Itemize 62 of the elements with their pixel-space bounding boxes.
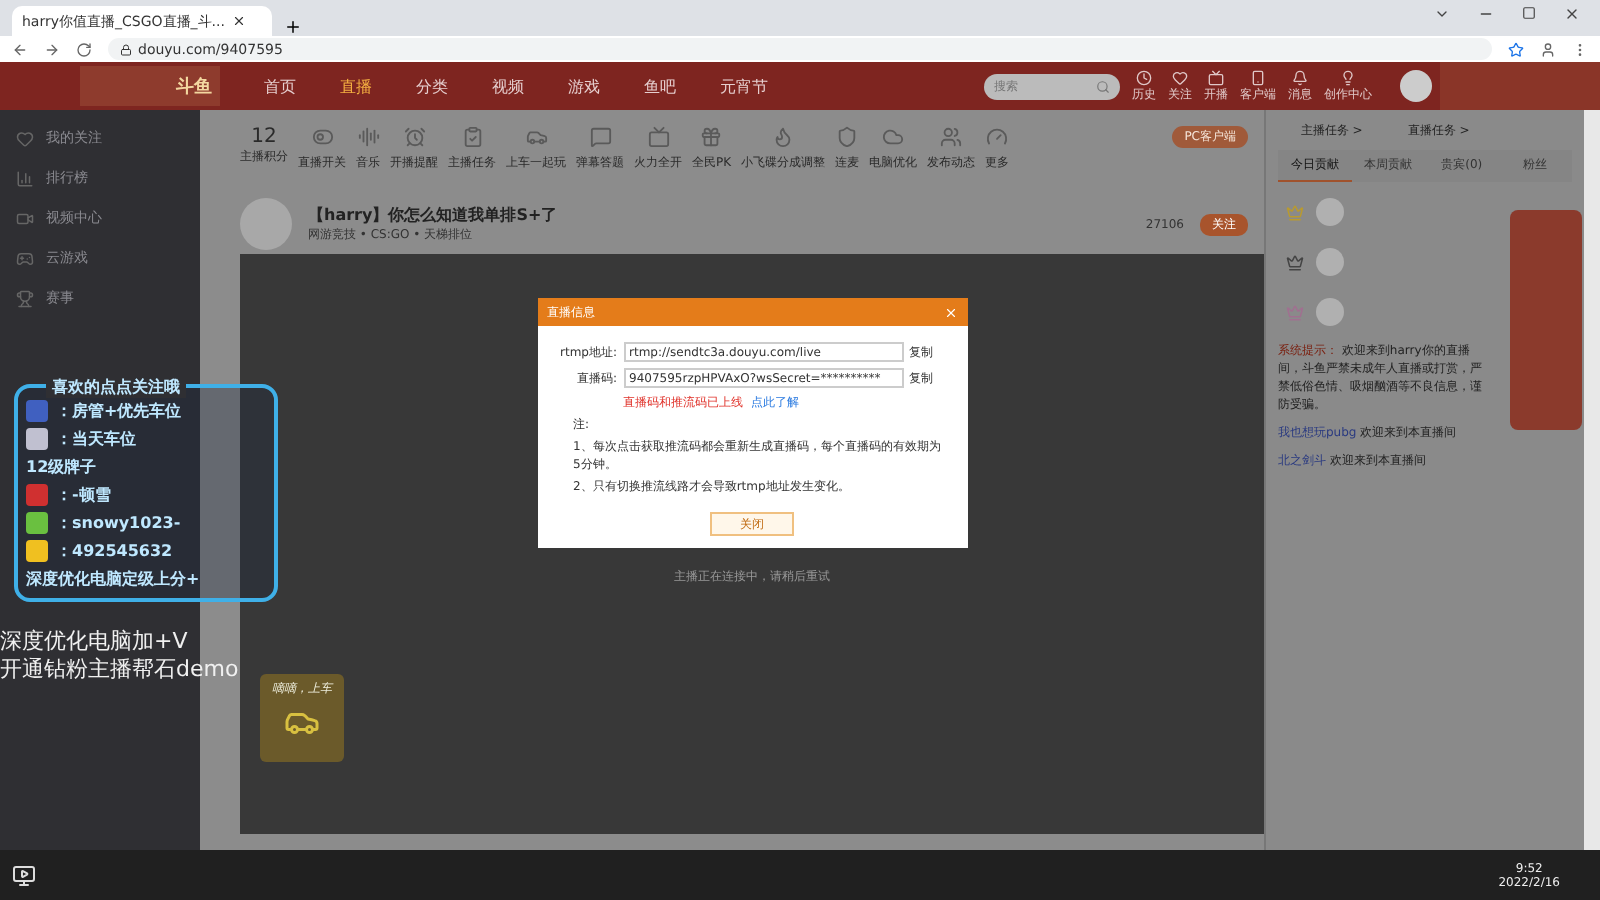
heart-icon — [16, 129, 34, 147]
nav-link[interactable]: 游戏 — [568, 75, 600, 97]
close-icon[interactable] — [232, 14, 247, 28]
scrollbar[interactable] — [1584, 110, 1600, 850]
reload-icon[interactable] — [76, 41, 92, 57]
clipboard-icon — [461, 126, 483, 148]
star-icon[interactable] — [1508, 41, 1524, 57]
alarm-clock-icon — [403, 126, 425, 148]
maximize-icon[interactable] — [1522, 6, 1536, 20]
back-icon[interactable] — [12, 41, 28, 57]
tv-icon[interactable] — [1208, 69, 1224, 85]
shield-icon — [836, 126, 859, 148]
overlay-caption: 深度优化电脑加+V — [0, 626, 188, 656]
nav-link[interactable]: 直播 — [340, 75, 372, 97]
lock-icon — [120, 43, 132, 55]
waveform-icon — [357, 126, 379, 148]
overlay-line: ：492545632 — [56, 540, 173, 562]
score-value: 12 — [251, 126, 277, 148]
flame-icon — [772, 126, 795, 148]
toggle-icon — [311, 126, 333, 148]
car-icon — [525, 126, 547, 148]
users-icon — [940, 126, 963, 148]
overlay-line: ：snowy1023- — [56, 512, 181, 534]
chart-icon — [16, 169, 34, 187]
gift-icon — [700, 126, 723, 148]
chat-icon — [589, 126, 611, 148]
nav-link[interactable]: 元宵节 — [720, 75, 768, 97]
overlay-line: 深度优化电脑定级上分+ — [26, 568, 200, 590]
tv-icon — [647, 126, 669, 148]
crown-icon — [1286, 253, 1304, 271]
video-icon — [16, 209, 34, 227]
heart-icon[interactable] — [1172, 69, 1188, 85]
nav-link[interactable]: 分类 — [416, 75, 448, 97]
gauge-icon — [986, 126, 1009, 148]
avatar — [1316, 198, 1344, 226]
lightbulb-icon[interactable] — [1340, 69, 1356, 85]
crown-icon — [1286, 303, 1304, 321]
profile-icon[interactable] — [1540, 41, 1556, 57]
overlay-line: 12级牌子 — [26, 456, 97, 478]
clock-icon[interactable] — [1136, 69, 1152, 85]
nav-link[interactable]: 视频 — [492, 75, 524, 97]
close-icon[interactable] — [1564, 6, 1580, 22]
overlay-line: ：-顿雪 — [56, 484, 111, 506]
logo[interactable]: 斗鱼 — [80, 66, 220, 106]
avatar[interactable] — [1400, 70, 1432, 102]
trophy-icon — [16, 289, 34, 307]
avatar — [1316, 248, 1344, 276]
bell-icon[interactable] — [1292, 69, 1308, 85]
nav-link[interactable]: 首页 — [264, 75, 296, 97]
nav-link[interactable]: 鱼吧 — [644, 75, 676, 97]
phone-icon[interactable] — [1250, 69, 1266, 85]
new-tab-icon[interactable] — [284, 18, 302, 36]
forward-icon[interactable] — [44, 41, 60, 57]
overlay-line: ：房管+优先车位 — [56, 400, 182, 422]
crown-icon — [1286, 203, 1304, 221]
overlay-line: ：当天车位 — [56, 428, 136, 450]
room-title: 【harry】你怎么知道我单排S+了 — [308, 204, 558, 226]
gamepad-icon — [16, 249, 34, 267]
overlay-heading: 喜欢的点点关注哦 — [46, 376, 186, 398]
avatar — [1316, 298, 1344, 326]
chevron-down-icon[interactable] — [1434, 6, 1450, 22]
avatar — [240, 198, 292, 250]
